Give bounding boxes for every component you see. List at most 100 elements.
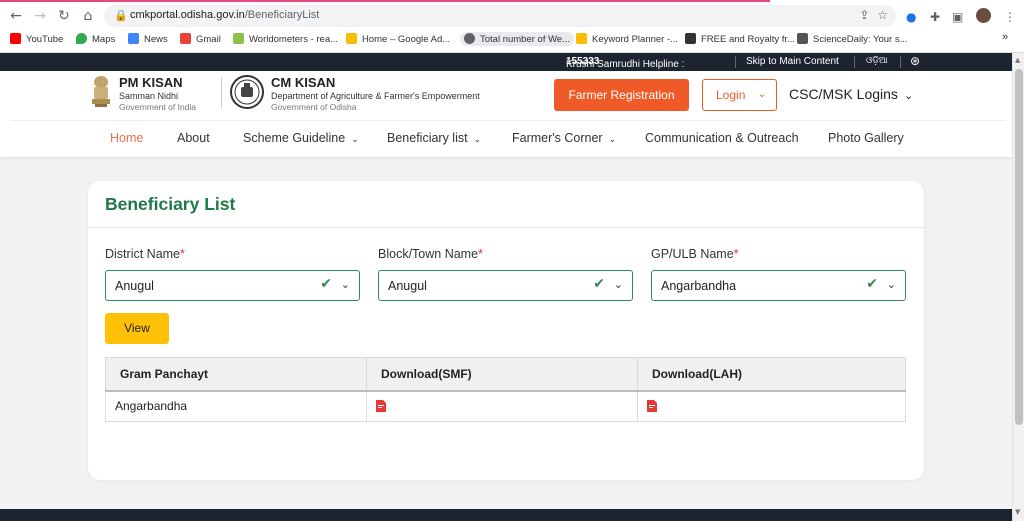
- view-button[interactable]: View: [105, 313, 169, 344]
- home-icon[interactable]: ⌂: [78, 6, 98, 26]
- gp-select[interactable]: Angarbandha ✔ ⌄: [651, 270, 906, 301]
- page-scrollbar[interactable]: ▲ ▼: [1012, 53, 1024, 521]
- block-label: Block/Town Name*: [378, 247, 483, 261]
- farmer-registration-button[interactable]: Farmer Registration: [554, 79, 689, 111]
- gp-label: GP/ULB Name*: [651, 247, 739, 261]
- cm-kisan-gov: Government of Odisha: [271, 102, 357, 112]
- login-label: Login: [716, 88, 746, 102]
- helpline-label: Krushi Samrudhi Helpline :: [566, 59, 685, 70]
- back-icon[interactable]: ←: [6, 6, 26, 26]
- site-header: PM KISAN Samman Nidhi Government of Indi…: [0, 71, 1012, 157]
- cm-kisan-title: CM KISAN: [271, 75, 336, 90]
- beneficiary-table: Gram Panchayt Download(SMF) Download(LAH…: [105, 357, 906, 422]
- table-row: Angarbandha: [105, 390, 906, 422]
- pdf-icon[interactable]: [376, 400, 386, 413]
- address-bar[interactable]: 🔒 cmkportal.odisha.gov.in/BeneficiaryLis…: [104, 5, 896, 27]
- puzzle-icon[interactable]: ✚: [930, 10, 940, 24]
- divider: [221, 77, 222, 109]
- scrollbar-thumb[interactable]: [1015, 69, 1023, 425]
- chevron-down-icon: ⌄: [608, 135, 617, 145]
- sidebar-icon[interactable]: ▣: [952, 10, 963, 24]
- bookmarks-bar: YouTube Maps News Gmail Worldometers - r…: [0, 30, 1024, 50]
- info-icon: [464, 33, 475, 44]
- worldometers-icon: [233, 33, 244, 44]
- nav-farmers-corner[interactable]: Farmer's Corner ⌄: [512, 131, 616, 145]
- pm-kisan-brand[interactable]: PM KISAN Samman Nidhi Government of Indi…: [119, 75, 196, 112]
- kebab-menu-icon[interactable]: ⋮: [1004, 10, 1016, 24]
- bookmark-google-ads[interactable]: Home – Google Ad...: [346, 33, 450, 45]
- chevron-down-icon: ⌄: [351, 135, 359, 145]
- bookmark-worldometers[interactable]: Worldometers - rea...: [233, 33, 338, 45]
- accessibility-icon[interactable]: ⊛: [910, 54, 920, 68]
- reload-icon[interactable]: ↻: [54, 6, 74, 26]
- csc-label: CSC/MSK Logins: [789, 86, 898, 102]
- pm-kisan-gov: Government of India: [119, 102, 197, 112]
- page-title: Beneficiary List: [105, 194, 236, 214]
- check-icon: ✔: [593, 276, 605, 292]
- scroll-down-icon[interactable]: ▼: [1015, 508, 1020, 516]
- nav-photo-gallery[interactable]: Photo Gallery: [828, 131, 904, 145]
- site-footer: [0, 509, 1012, 521]
- bookmark-total-number[interactable]: Total number of We...: [460, 32, 575, 46]
- national-emblem-icon: [92, 76, 110, 107]
- extension-icon[interactable]: ●: [906, 10, 916, 24]
- news-icon: [128, 33, 139, 44]
- address-row: ← → ↻ ⌂ 🔒 cmkportal.odisha.gov.in/Benefi…: [0, 4, 1024, 28]
- profile-avatar[interactable]: [976, 8, 991, 23]
- bookmark-news[interactable]: News: [128, 33, 168, 45]
- loading-bar: [0, 0, 770, 2]
- card-divider: [88, 227, 924, 228]
- block-select[interactable]: Anugul ✔ ⌄: [378, 270, 633, 301]
- chevron-down-icon: ⌄: [473, 135, 482, 145]
- pdf-icon[interactable]: [647, 400, 657, 413]
- nav-about[interactable]: About: [177, 131, 210, 145]
- scroll-up-icon[interactable]: ▲: [1015, 56, 1020, 64]
- youtube-icon: [10, 33, 21, 44]
- bookmark-free-royalty[interactable]: FREE and Royalty fr...: [685, 33, 795, 45]
- bookmark-sciencedaily[interactable]: ScienceDaily: Your s...: [797, 33, 908, 45]
- forward-icon[interactable]: →: [30, 6, 50, 26]
- beneficiary-card: Beneficiary List District Name* Anugul ✔…: [88, 181, 924, 480]
- bookmark-youtube[interactable]: YouTube: [10, 33, 63, 45]
- nav-beneficiary-label: Beneficiary list: [387, 131, 468, 145]
- csc-msk-logins-menu[interactable]: CSC/MSK Logins ⌄: [789, 86, 913, 102]
- col-gram-panchayat: Gram Panchayt: [105, 357, 367, 392]
- gp-value: Angarbandha: [661, 279, 737, 293]
- cm-kisan-brand[interactable]: CM KISAN Department of Agriculture & Far…: [271, 75, 480, 112]
- block-value: Anugul: [388, 279, 427, 293]
- header-divider: [10, 120, 1006, 121]
- language-toggle[interactable]: ଓଡ଼ିଆ: [866, 56, 888, 66]
- nav-home[interactable]: Home: [110, 131, 143, 145]
- url-text: cmkportal.odisha.gov.in/BeneficiaryList: [130, 9, 320, 21]
- chevron-down-icon: ⌄: [613, 278, 623, 291]
- cell-download-smf: [366, 390, 638, 422]
- col-download-smf: Download(SMF): [366, 357, 638, 392]
- login-button[interactable]: Login ⌄: [702, 79, 777, 111]
- bookmarks-overflow[interactable]: »: [1002, 31, 1008, 43]
- nav-beneficiary-list[interactable]: Beneficiary list ⌄: [387, 131, 481, 145]
- table-header-row: Gram Panchayt Download(SMF) Download(LAH…: [105, 357, 906, 392]
- bookmark-keyword-planner[interactable]: Keyword Planner -...: [576, 33, 678, 45]
- divider: [854, 56, 855, 68]
- site-topbar: Krushi Samrudhi Helpline : 155333 Skip t…: [0, 53, 1012, 71]
- divider: [900, 56, 901, 68]
- headphones-icon: [685, 33, 696, 44]
- share-star-icons[interactable]: ⇪ ☆: [860, 8, 888, 22]
- google-ads-icon: [346, 33, 357, 44]
- district-value: Anugul: [115, 279, 154, 293]
- nav-scheme-guideline[interactable]: Scheme Guideline ⌄: [243, 131, 359, 145]
- district-select[interactable]: Anugul ✔ ⌄: [105, 270, 360, 301]
- cm-kisan-subtitle: Department of Agriculture & Farmer's Emp…: [271, 91, 480, 101]
- divider: [735, 56, 736, 68]
- skip-to-content-link[interactable]: Skip to Main Content: [746, 56, 839, 67]
- nav-communication[interactable]: Communication & Outreach: [645, 131, 799, 145]
- chevron-down-icon: ⌄: [757, 89, 766, 100]
- district-label: District Name*: [105, 247, 185, 261]
- bookmark-maps[interactable]: Maps: [76, 33, 115, 45]
- nav-farmers-label: Farmer's Corner: [512, 131, 603, 145]
- bookmark-gmail[interactable]: Gmail: [180, 33, 221, 45]
- check-icon: ✔: [866, 276, 878, 292]
- maps-icon: [76, 33, 87, 44]
- check-icon: ✔: [320, 276, 332, 292]
- chevron-down-icon: ⌄: [903, 89, 914, 102]
